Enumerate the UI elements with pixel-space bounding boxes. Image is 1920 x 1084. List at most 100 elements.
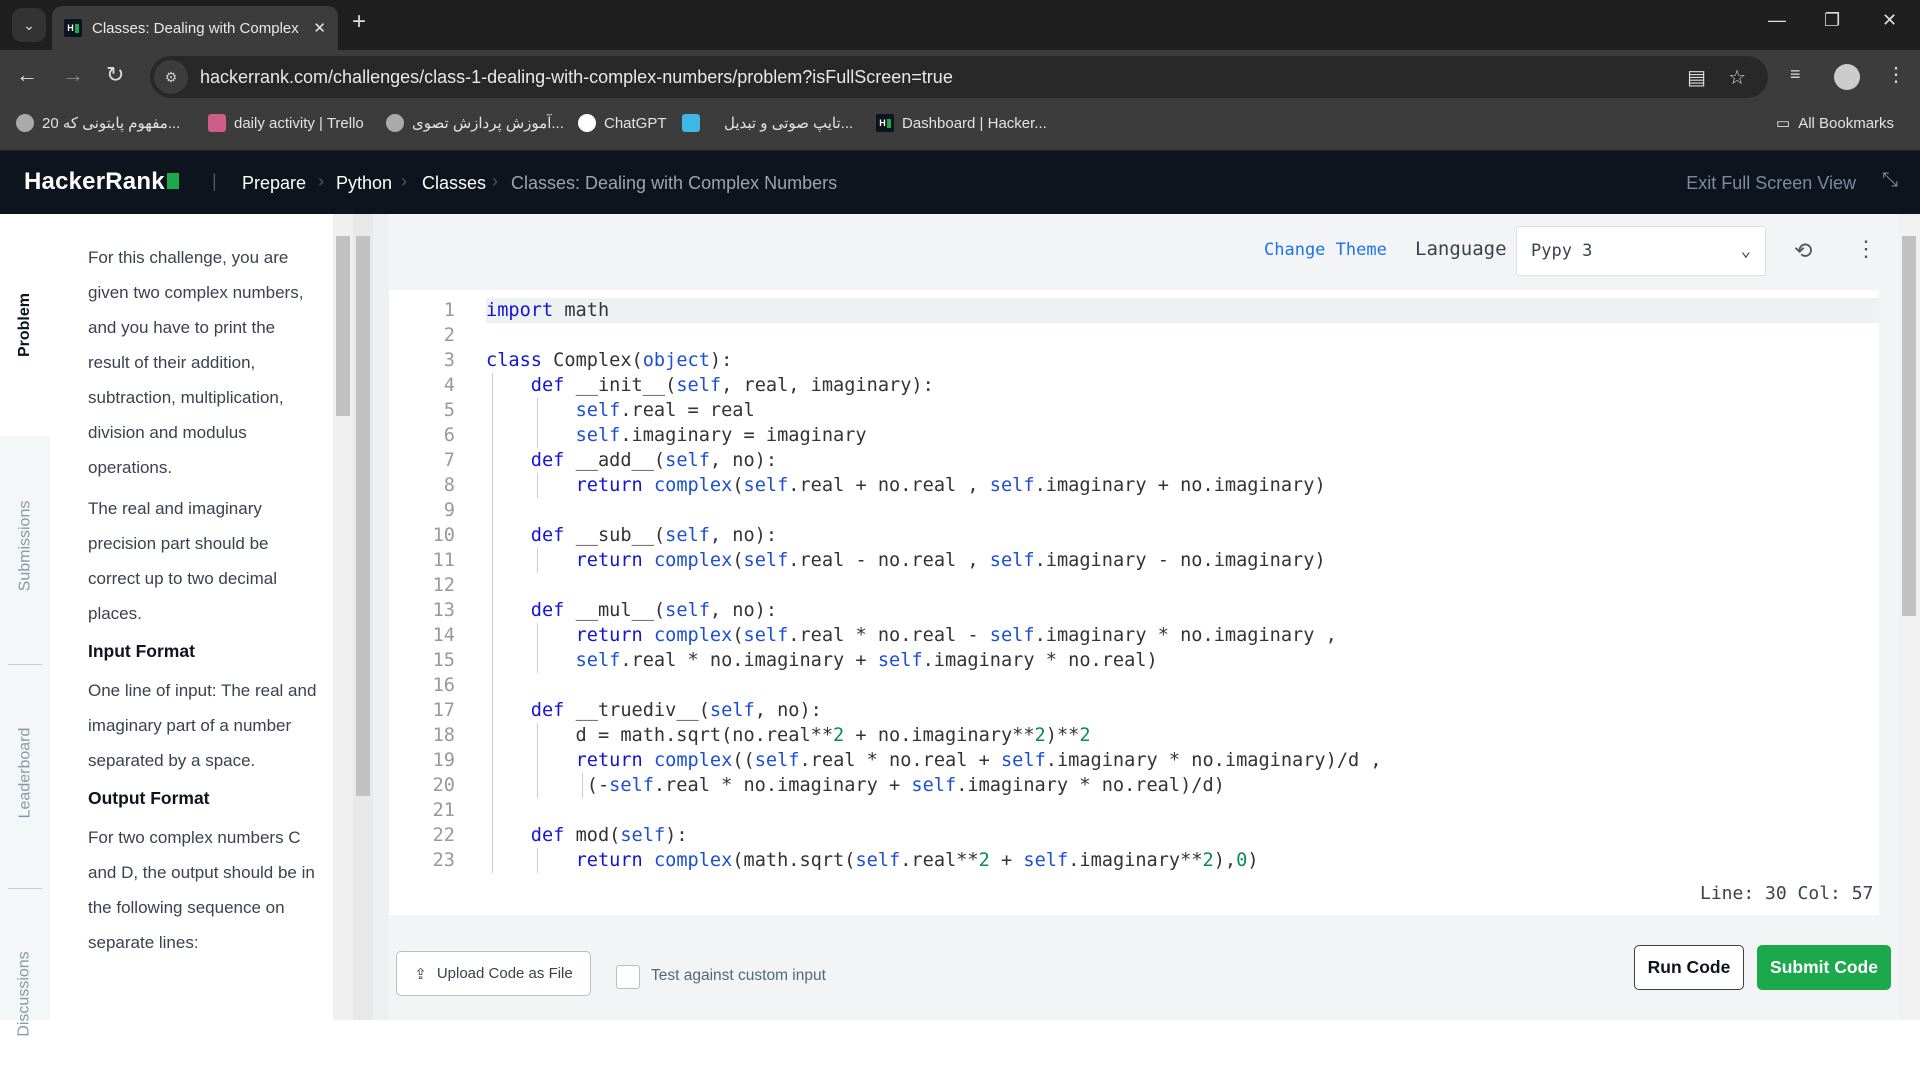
code-line[interactable]: return complex(self.real - no.real , sel… — [486, 548, 1879, 573]
code-line[interactable]: return complex((self.real * no.real + se… — [486, 748, 1879, 773]
tab-search-button[interactable]: ⌄ — [12, 8, 46, 42]
hackerrank-logo[interactable]: HackerRank — [24, 168, 179, 196]
new-tab-button[interactable]: + — [352, 8, 366, 36]
code-line[interactable] — [486, 498, 1879, 523]
back-button[interactable]: ← — [16, 62, 38, 88]
custom-input-checkbox[interactable] — [616, 965, 640, 989]
code-line[interactable]: return complex(self.real + no.real , sel… — [486, 473, 1879, 498]
code-line[interactable]: self.imaginary = imaginary — [486, 423, 1879, 448]
line-number: 11 — [432, 550, 455, 571]
browser-tab-bar: ⌄ H Classes: Dealing with Complex Number… — [0, 0, 1920, 50]
address-toolbar: ← → ↻ ⚙ hackerrank.com/challenges/class-… — [0, 50, 1920, 102]
code-line[interactable]: def __mul__(self, no): — [486, 598, 1879, 623]
forward-button[interactable]: → — [62, 62, 84, 88]
address-bar[interactable]: ⚙ hackerrank.com/challenges/class-1-deal… — [150, 56, 1768, 98]
code-line[interactable]: d = math.sqrt(no.real**2 + no.imaginary*… — [486, 723, 1879, 748]
globe-icon — [386, 114, 404, 132]
line-number: 19 — [432, 750, 455, 771]
browser-menu-icon[interactable]: ⋮ — [1886, 62, 1906, 87]
breadcrumb-python[interactable]: Python — [336, 173, 392, 194]
bookmark-item[interactable]: H Dashboard | Hacker... — [876, 114, 1047, 132]
hackerrank-favicon: H — [876, 114, 894, 132]
url-text[interactable]: hackerrank.com/challenges/class-1-dealin… — [200, 67, 953, 88]
line-number: 4 — [443, 375, 455, 396]
globe-icon — [16, 114, 34, 132]
bookmark-item[interactable]: ChatGPT — [578, 114, 667, 132]
tab-problem[interactable]: Problem — [0, 214, 50, 436]
upload-code-button[interactable]: ⇪ Upload Code as File — [396, 951, 591, 996]
code-line[interactable]: self.real * no.imaginary + self.imaginar… — [486, 648, 1879, 673]
language-select[interactable]: Pypy 3 ⌄ — [1516, 226, 1766, 276]
scrollbar-thumb[interactable] — [356, 236, 370, 796]
line-number: 10 — [432, 525, 455, 546]
code-line[interactable]: self.real = real — [486, 398, 1879, 423]
profile-avatar[interactable] — [1834, 64, 1860, 90]
code-editor[interactable]: 1 import math 2 3 class Complex(object): 4 de… — [389, 290, 1879, 915]
tab-leaderboard[interactable]: Leaderboard — [0, 666, 50, 880]
line-number: 21 — [432, 800, 455, 821]
exit-fullscreen-link[interactable]: Exit Full Screen View — [1686, 173, 1856, 194]
line-number: 17 — [432, 700, 455, 721]
custom-input-label[interactable]: Test against custom input — [651, 967, 826, 985]
all-bookmarks[interactable]: ▭ All Bookmarks — [1776, 114, 1894, 133]
editor-toolbar: Change Theme Language Pypy 3 ⌄ ⟲ ⋮ — [389, 214, 1899, 290]
output-format-heading: Output Format — [88, 788, 210, 808]
indent-guide — [492, 373, 493, 873]
code-line[interactable]: def __sub__(self, no): — [486, 523, 1879, 548]
code-line[interactable]: def __add__(self, no): — [486, 448, 1879, 473]
scrollbar-thumb[interactable] — [1902, 236, 1916, 616]
language-label: Language — [1415, 238, 1507, 260]
code-line[interactable] — [486, 798, 1879, 823]
indent-guide — [581, 773, 583, 798]
code-line[interactable]: return complex(self.real * no.real - sel… — [486, 623, 1879, 648]
line-number: 20 — [432, 775, 455, 796]
indent-guide — [536, 398, 538, 448]
indent-guide — [536, 473, 538, 498]
reload-button[interactable]: ↻ — [106, 62, 124, 88]
bookmark-item[interactable]: آموزش پردازش تصوی... — [386, 114, 564, 132]
restore-button[interactable]: ❐ — [1824, 10, 1840, 31]
code-line[interactable]: def mod(self): — [486, 823, 1879, 848]
bookmark-star-icon[interactable]: ☆ — [1728, 65, 1746, 90]
browser-tab[interactable]: H Classes: Dealing with Complex Numbers … — [52, 6, 338, 50]
breadcrumb-prepare[interactable]: Prepare — [242, 173, 306, 194]
line-number: 6 — [443, 425, 455, 446]
hackerrank-favicon: H — [64, 19, 82, 37]
clipboard-icon[interactable]: ▤ — [1687, 65, 1706, 90]
change-theme-link[interactable]: Change Theme — [1264, 240, 1387, 260]
problem-statement: For this challenge, you are given two co… — [50, 214, 333, 1020]
resize-handle[interactable] — [373, 214, 389, 1020]
code-line[interactable] — [486, 573, 1879, 598]
history-icon[interactable]: ⟲ — [1794, 238, 1812, 264]
scrollbar-thumb[interactable] — [336, 236, 350, 416]
submit-code-button[interactable]: Submit Code — [1757, 945, 1891, 990]
code-line[interactable] — [486, 673, 1879, 698]
code-line[interactable]: def __truediv__(self, no): — [486, 698, 1879, 723]
breadcrumb-classes[interactable]: Classes — [422, 173, 486, 194]
close-window-button[interactable]: ✕ — [1882, 10, 1897, 31]
compress-icon[interactable]: ⤡ — [1882, 169, 1898, 192]
run-code-button[interactable]: Run Code — [1634, 945, 1744, 990]
hackerrank-header: HackerRank | Prepare › Python › Classes … — [0, 151, 1920, 214]
code-line[interactable] — [486, 323, 1879, 348]
media-icon[interactable]: ≡ — [1790, 64, 1801, 85]
tab-discussions[interactable]: Discussions — [0, 904, 50, 1084]
code-line[interactable]: import math — [486, 298, 1879, 323]
bookmark-item[interactable]: daily activity | Trello — [208, 114, 364, 132]
tab-submissions[interactable]: Submissions — [0, 436, 50, 656]
code-line[interactable]: return complex(math.sqrt(self.real**2 + … — [486, 848, 1879, 873]
code-line[interactable]: class Complex(object): — [486, 348, 1879, 373]
bookmark-item[interactable] — [682, 114, 700, 132]
site-info-icon[interactable]: ⚙ — [154, 60, 188, 94]
chatgpt-icon — [578, 114, 596, 132]
line-number: 13 — [432, 600, 455, 621]
bookmark-item[interactable]: تایپ صوتی و تبدیل... — [724, 114, 853, 132]
indent-guide — [536, 548, 538, 573]
bookmark-item[interactable]: 20 مفهوم پایتونی که... — [16, 114, 180, 132]
minimize-button[interactable]: — — [1768, 10, 1786, 31]
close-tab-icon[interactable]: ✕ — [313, 19, 326, 37]
more-options-icon[interactable]: ⋮ — [1855, 236, 1877, 262]
code-line[interactable]: (-self.real * no.imaginary + self.imagin… — [486, 773, 1879, 798]
chevron-down-icon: ⌄ — [1740, 241, 1751, 261]
code-line[interactable]: def __init__(self, real, imaginary): — [486, 373, 1879, 398]
